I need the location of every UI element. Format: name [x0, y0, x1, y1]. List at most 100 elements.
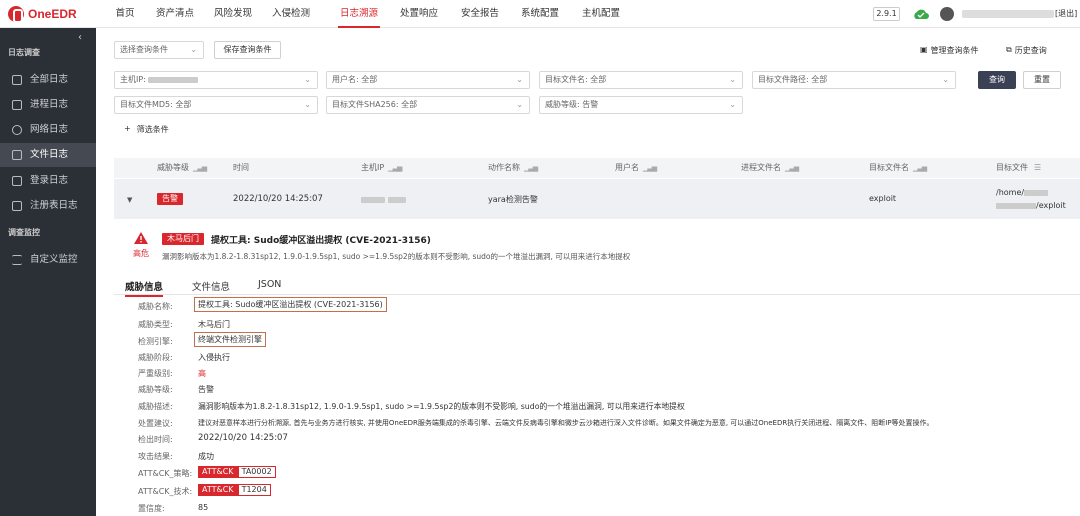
col-target-file-name[interactable]: 目标文件名 ▁▃▅ [869, 159, 927, 177]
user-name-filter[interactable]: 用户名: 全部 ⌄ [326, 71, 530, 89]
threat-name-value: 提权工具: Sudo缓冲区溢出提权 (CVE-2021-3156) [194, 297, 387, 312]
sidebar-item-custom-monitor[interactable]: 自定义监控 [0, 248, 96, 272]
tab-threat-info[interactable]: 威胁信息 [125, 279, 164, 297]
version-badge: 2.9.1 [873, 7, 900, 21]
save-query-button[interactable]: 保存查询条件 [214, 41, 281, 59]
warning-icon [134, 232, 148, 244]
nav-assets[interactable]: 资产清点 [152, 0, 198, 28]
threat-level-label: 威胁等级: 告警 [545, 100, 599, 109]
reset-button[interactable]: 重置 [1023, 71, 1061, 89]
nav-host-config[interactable]: 主机配置 [580, 0, 622, 28]
detail-label: 威胁等级: [138, 385, 173, 394]
chevron-down-icon: ⌄ [729, 75, 736, 84]
history-query-link[interactable]: ⧉ 历史查询 [1006, 45, 1047, 56]
folder-icon [12, 150, 22, 160]
tabs-divider [114, 294, 1080, 295]
md5-filter[interactable]: 目标文件MD5: 全部 ⌄ [114, 96, 318, 114]
col-user-name[interactable]: 用户名 ▁▃▅ [615, 159, 657, 177]
attck-tactic[interactable]: ATT&CK TA0002 [198, 466, 276, 478]
manage-query-link[interactable]: ▣ 管理查询条件 [920, 45, 979, 56]
query-condition-select[interactable]: 选择查询条件 ⌄ [114, 41, 204, 59]
attck-technique-tag: ATT&CK T1204 [198, 484, 271, 496]
globe-icon [12, 125, 22, 135]
col-threat-level[interactable]: 威胁等级 ▁▃▅ [157, 159, 207, 177]
mask-block [996, 202, 1036, 209]
detail-label: ATT&CK_策略: [138, 469, 193, 478]
attck-technique[interactable]: ATT&CK T1204 [198, 484, 271, 496]
add-filter-link[interactable]: + 筛选条件 [124, 124, 169, 135]
target-file-path-filter[interactable]: 目标文件路径: 全部 ⌄ [752, 71, 956, 89]
sort-bars-icon: ▁▃▅ [643, 164, 657, 172]
md5-label: 目标文件MD5: 全部 [120, 100, 192, 109]
history-icon: ⧉ [1006, 45, 1012, 54]
sidebar-item-registry-logs[interactable]: 注册表日志 [0, 194, 96, 218]
query-button[interactable]: 查询 [978, 71, 1016, 89]
severity-label: 高危 [133, 249, 149, 258]
detect-time-value: 2022/10/20 14:25:07 [198, 433, 288, 443]
level-tag: 告警 [157, 193, 183, 205]
target-file-path-label: 目标文件路径: 全部 [758, 75, 828, 84]
col-label: 目标文件名 [869, 163, 909, 172]
threat-level-filter[interactable]: 威胁等级: 告警 ⌄ [539, 96, 743, 114]
sha256-filter[interactable]: 目标文件SHA256: 全部 ⌄ [326, 96, 530, 114]
tab-file-info[interactable]: 文件信息 [192, 279, 230, 293]
logout-link[interactable]: [退出] [1055, 8, 1077, 19]
target-file-name-label: 目标文件名: 全部 [545, 75, 607, 84]
sidebar-item-network-logs[interactable]: 网络日志 [0, 118, 96, 142]
process-icon [12, 100, 22, 110]
detail-label: 威胁描述: [138, 402, 173, 411]
collapse-chevron-icon[interactable]: ‹ [78, 32, 82, 43]
sidebar-item-process-logs[interactable]: 进程日志 [0, 93, 96, 117]
col-time[interactable]: 时间 [233, 159, 249, 177]
logo-mark-icon [8, 6, 24, 23]
col-action-name[interactable]: 动作名称 ▁▃▅ [488, 159, 538, 177]
col-label: 目标文件 [996, 163, 1028, 172]
sidebar-item-login-logs[interactable]: 登录日志 [0, 169, 96, 193]
threat-stage-value: 入侵执行 [198, 353, 230, 362]
nav-risk[interactable]: 风险发现 [210, 0, 256, 28]
col-process-file[interactable]: 进程文件名 ▁▃▅ [741, 159, 799, 177]
confidence-value: 85 [198, 503, 209, 512]
table-header [114, 158, 1080, 178]
sidebar-item-file-logs[interactable]: 文件日志 [0, 143, 96, 167]
col-label: 动作名称 [488, 163, 520, 172]
plus-icon: + [124, 124, 131, 133]
detail-label: 威胁名称: [138, 302, 173, 311]
mask-block [387, 196, 406, 203]
sidebar-group-monitoring: 调查监控 [8, 228, 40, 237]
logo[interactable]: OneEDR [8, 5, 98, 23]
sidebar-item-label: 进程日志 [30, 99, 69, 110]
nav-log-trace[interactable]: 日志溯源 [338, 0, 380, 28]
sidebar-group-log-investigation: 日志调查 [8, 48, 40, 57]
select-placeholder: 选择查询条件 [120, 45, 168, 54]
tab-json[interactable]: JSON [258, 279, 281, 290]
path-part: /exploit [1036, 201, 1066, 210]
col-target-file[interactable]: 目标文件 ☰ [996, 159, 1041, 177]
registry-icon [12, 201, 22, 211]
row-action: yara检测告警 [488, 195, 538, 204]
col-label: 主机IP [361, 163, 385, 172]
nav-system-config[interactable]: 系统配置 [519, 0, 561, 28]
nav-home[interactable]: 首页 [110, 0, 140, 28]
col-label: 威胁等级 [157, 163, 189, 172]
chevron-down-icon: ⌄ [729, 100, 736, 109]
nav-intrusion[interactable]: 入侵检测 [268, 0, 314, 28]
attck-tactic-id: TA0002 [237, 466, 276, 478]
path-part: /home/ [996, 188, 1025, 197]
manage-icon: ▣ [920, 45, 928, 54]
col-host-ip[interactable]: 主机IP ▁▃▅ [361, 159, 402, 177]
host-ip-filter[interactable]: 主机IP: ⌄ [114, 71, 318, 89]
nav-response[interactable]: 处置响应 [398, 0, 440, 28]
expand-caret-icon[interactable]: ▼ [127, 196, 132, 204]
sidebar-item-all-logs[interactable]: 全部日志 [0, 68, 96, 92]
detail-label: 处置建议: [138, 419, 173, 428]
chevron-down-icon: ⌄ [516, 100, 523, 109]
sort-bars-icon: ▁▃▅ [193, 164, 207, 172]
detail-label: 检测引擎: [138, 337, 173, 346]
target-file-name-filter[interactable]: 目标文件名: 全部 ⌄ [539, 71, 743, 89]
nav-report[interactable]: 安全报告 [459, 0, 501, 28]
user-name-label: 用户名: 全部 [332, 75, 378, 84]
alert-description: 漏洞影响版本为1.8.2-1.8.31sp12, 1.9.0-1.9.5sp1,… [162, 252, 631, 261]
threat-desc-value: 漏洞影响版本为1.8.2-1.8.31sp12, 1.9.0-1.9.5sp1,… [198, 402, 685, 411]
user-avatar-icon[interactable] [940, 7, 954, 21]
